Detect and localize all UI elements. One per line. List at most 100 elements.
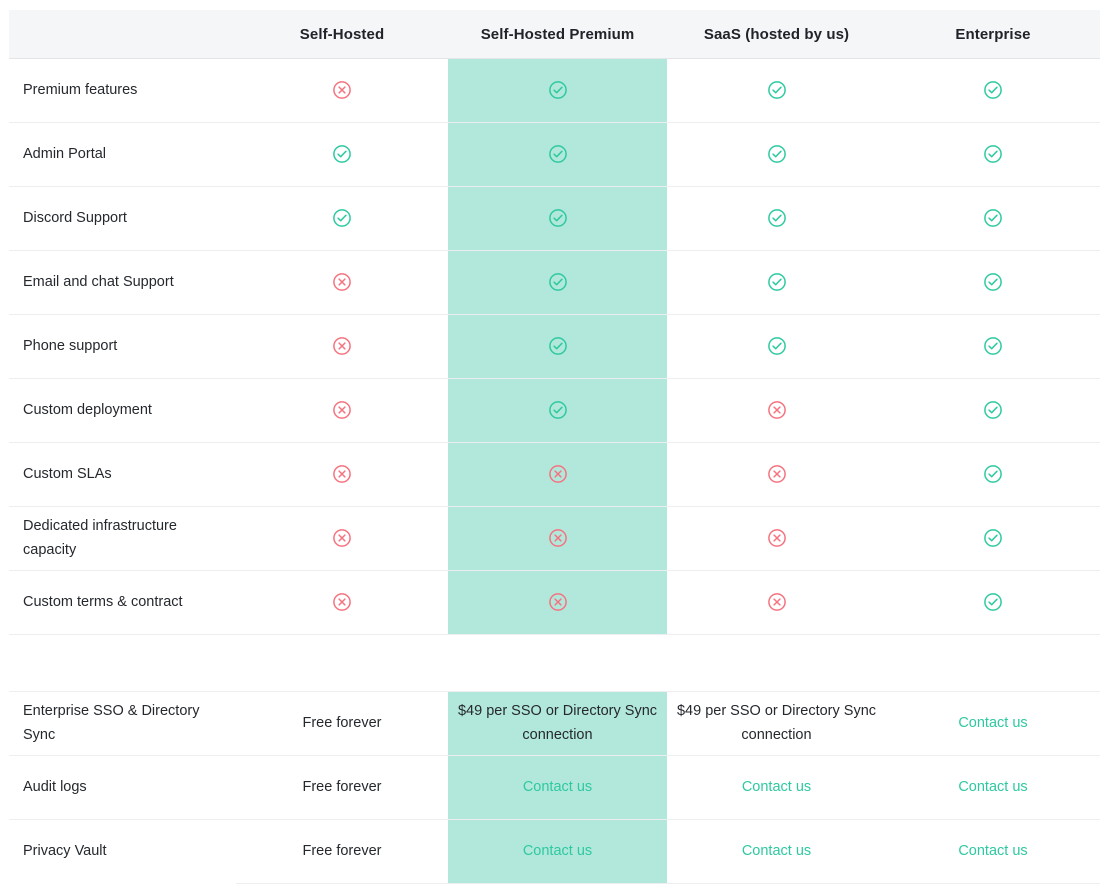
check-circle-icon — [548, 80, 568, 100]
table-body: Premium features Admin Portal Discord Supp… — [9, 58, 1100, 884]
check-circle-icon — [548, 208, 568, 228]
feature-label: Discord Support — [9, 186, 236, 251]
feature-availability-selfhosted — [236, 250, 448, 315]
spacer-cell — [886, 634, 1100, 692]
feature-availability-enterprise — [886, 186, 1100, 251]
feature-row: Phone support — [9, 314, 1100, 379]
feature-availability-selfhosted_premium — [448, 506, 667, 571]
check-circle-icon — [983, 80, 1003, 100]
cross-circle-icon — [332, 336, 352, 356]
cross-circle-icon — [332, 592, 352, 612]
feature-availability-saas — [667, 506, 886, 571]
feature-availability-selfhosted_premium — [448, 122, 667, 187]
contact-us-link[interactable]: Contact us — [742, 843, 811, 859]
check-circle-icon — [332, 144, 352, 164]
check-circle-icon — [548, 272, 568, 292]
feature-label: Custom SLAs — [9, 442, 236, 507]
cross-circle-icon — [332, 400, 352, 420]
feature-availability-enterprise — [886, 442, 1100, 507]
check-circle-icon — [983, 336, 1003, 356]
feature-label: Phone support — [9, 314, 236, 379]
cross-circle-icon — [767, 464, 787, 484]
feature-availability-enterprise — [886, 122, 1100, 187]
cross-circle-icon — [332, 80, 352, 100]
check-circle-icon — [548, 400, 568, 420]
spacer-cell — [236, 634, 448, 692]
cross-circle-icon — [548, 464, 568, 484]
spacer-cell — [9, 634, 236, 692]
pricing-row: Privacy Vault Free forever Contact us Conta… — [9, 819, 1100, 884]
cross-circle-icon — [767, 592, 787, 612]
feature-availability-selfhosted — [236, 58, 448, 123]
check-circle-icon — [983, 464, 1003, 484]
feature-availability-enterprise — [886, 570, 1100, 635]
feature-availability-selfhosted_premium — [448, 250, 667, 315]
plan-header-selfhosted: Self-Hosted — [299, 25, 385, 43]
pricing-value-enterprise[interactable]: Contact us — [886, 755, 1100, 820]
pricing-value-selfhosted_premium[interactable]: Contact us — [448, 755, 667, 820]
feature-availability-selfhosted — [236, 122, 448, 187]
contact-us-link[interactable]: Contact us — [523, 779, 592, 795]
feature-availability-enterprise — [886, 250, 1100, 315]
check-circle-icon — [983, 528, 1003, 548]
check-circle-icon — [332, 208, 352, 228]
contact-us-link[interactable]: Contact us — [742, 779, 811, 795]
pricing-value-selfhosted: Free forever — [236, 819, 448, 884]
spacer-cell — [448, 634, 667, 692]
feature-availability-saas — [667, 378, 886, 443]
cross-circle-icon — [767, 528, 787, 548]
spacer-cell — [667, 634, 886, 692]
section-spacer-row — [9, 634, 1100, 692]
check-circle-icon — [767, 336, 787, 356]
feature-availability-selfhosted_premium — [448, 58, 667, 123]
pricing-value-saas[interactable]: Contact us — [667, 755, 886, 820]
feature-availability-enterprise — [886, 378, 1100, 443]
table-header-row: Self-Hosted Self-Hosted Premium SaaS (host… — [9, 10, 1100, 59]
check-circle-icon — [983, 592, 1003, 612]
cross-circle-icon — [548, 528, 568, 548]
check-circle-icon — [548, 336, 568, 356]
feature-availability-selfhosted — [236, 506, 448, 571]
feature-label: Custom deployment — [9, 378, 236, 443]
feature-column-header — [9, 10, 236, 59]
check-circle-icon — [767, 272, 787, 292]
feature-availability-selfhosted_premium — [448, 570, 667, 635]
feature-row: Discord Support — [9, 186, 1100, 251]
check-circle-icon — [767, 80, 787, 100]
contact-us-link[interactable]: Contact us — [958, 843, 1027, 859]
feature-availability-selfhosted_premium — [448, 186, 667, 251]
feature-availability-saas — [667, 58, 886, 123]
feature-row: Email and chat Support — [9, 250, 1100, 315]
pricing-value-saas: $49 per SSO or Directory Sync connection — [667, 691, 886, 756]
feature-availability-saas — [667, 122, 886, 187]
plan-header-enterprise: Enterprise — [955, 25, 1031, 43]
pricing-feature-label: Privacy Vault — [9, 819, 236, 884]
plan-header-selfhosted_premium: Self-Hosted Premium — [448, 10, 667, 59]
pricing-comparison-table: Self-Hosted Self-Hosted Premium SaaS (host… — [9, 10, 1100, 884]
feature-label: Premium features — [9, 58, 236, 123]
table-header: Self-Hosted Self-Hosted Premium SaaS (host… — [9, 10, 1100, 59]
contact-us-link[interactable]: Contact us — [958, 779, 1027, 795]
pricing-row: Audit logs Free forever Contact us Contact … — [9, 755, 1100, 820]
pricing-row: Enterprise SSO & Directory Sync Free fore… — [9, 691, 1100, 756]
contact-us-link[interactable]: Contact us — [523, 843, 592, 859]
pricing-value-enterprise[interactable]: Contact us — [886, 691, 1100, 756]
feature-row: Custom SLAs — [9, 442, 1100, 507]
feature-row: Admin Portal — [9, 122, 1100, 187]
feature-availability-selfhosted — [236, 378, 448, 443]
contact-us-link[interactable]: Contact us — [958, 715, 1027, 731]
pricing-value-enterprise[interactable]: Contact us — [886, 819, 1100, 884]
pricing-value-saas[interactable]: Contact us — [667, 819, 886, 884]
price-value: Free forever — [302, 778, 382, 795]
check-circle-icon — [983, 208, 1003, 228]
feature-availability-selfhosted — [236, 570, 448, 635]
feature-availability-enterprise — [886, 58, 1100, 123]
check-circle-icon — [767, 144, 787, 164]
feature-availability-saas — [667, 570, 886, 635]
cross-circle-icon — [332, 528, 352, 548]
cross-circle-icon — [548, 592, 568, 612]
feature-availability-selfhosted_premium — [448, 442, 667, 507]
pricing-value-selfhosted: Free forever — [236, 691, 448, 756]
pricing-value-selfhosted_premium[interactable]: Contact us — [448, 819, 667, 884]
cross-circle-icon — [767, 400, 787, 420]
